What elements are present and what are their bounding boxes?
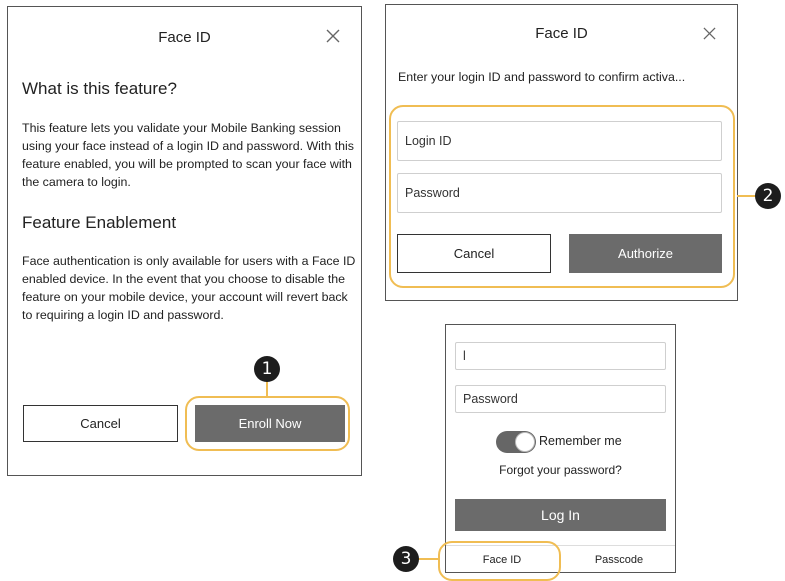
section-heading-feature: What is this feature?	[22, 79, 177, 98]
log-in-button[interactable]: Log In	[455, 499, 666, 531]
step-badge-2: 2	[755, 183, 781, 209]
instruction-text: Enter your login ID and password to conf…	[398, 70, 686, 84]
dialog-title: Face ID	[535, 25, 588, 42]
remember-me-toggle[interactable]	[496, 431, 536, 453]
toggle-knob	[515, 432, 535, 452]
highlight-credentials	[389, 105, 735, 288]
forgot-password-link[interactable]: Forgot your password?	[446, 463, 675, 477]
enablement-description: Face authentication is only available fo…	[22, 254, 356, 322]
dialog-title: Face ID	[158, 29, 211, 46]
login-id-input[interactable]: l	[455, 342, 666, 370]
login-screen: l Password Remember me Forgot your passw…	[445, 324, 676, 573]
highlight-face-id-tab	[438, 541, 561, 581]
remember-me-label: Remember me	[539, 434, 622, 448]
step-badge-1: 1	[254, 356, 280, 382]
section-heading-enablement: Feature Enablement	[22, 213, 177, 232]
close-icon[interactable]	[326, 29, 340, 43]
callout-line	[737, 195, 757, 197]
tab-passcode[interactable]: Passcode	[561, 554, 677, 566]
authorize-dialog: Face ID Enter your login ID and password…	[385, 4, 738, 301]
highlight-enroll	[185, 396, 350, 451]
password-input[interactable]: Password	[455, 385, 666, 413]
feature-description: This feature lets you validate your Mobi…	[22, 121, 354, 189]
step-badge-3: 3	[393, 546, 419, 572]
cancel-button[interactable]: Cancel	[23, 405, 178, 442]
close-icon[interactable]	[703, 27, 716, 40]
enroll-dialog: Face ID What is this feature? This featu…	[7, 6, 362, 476]
